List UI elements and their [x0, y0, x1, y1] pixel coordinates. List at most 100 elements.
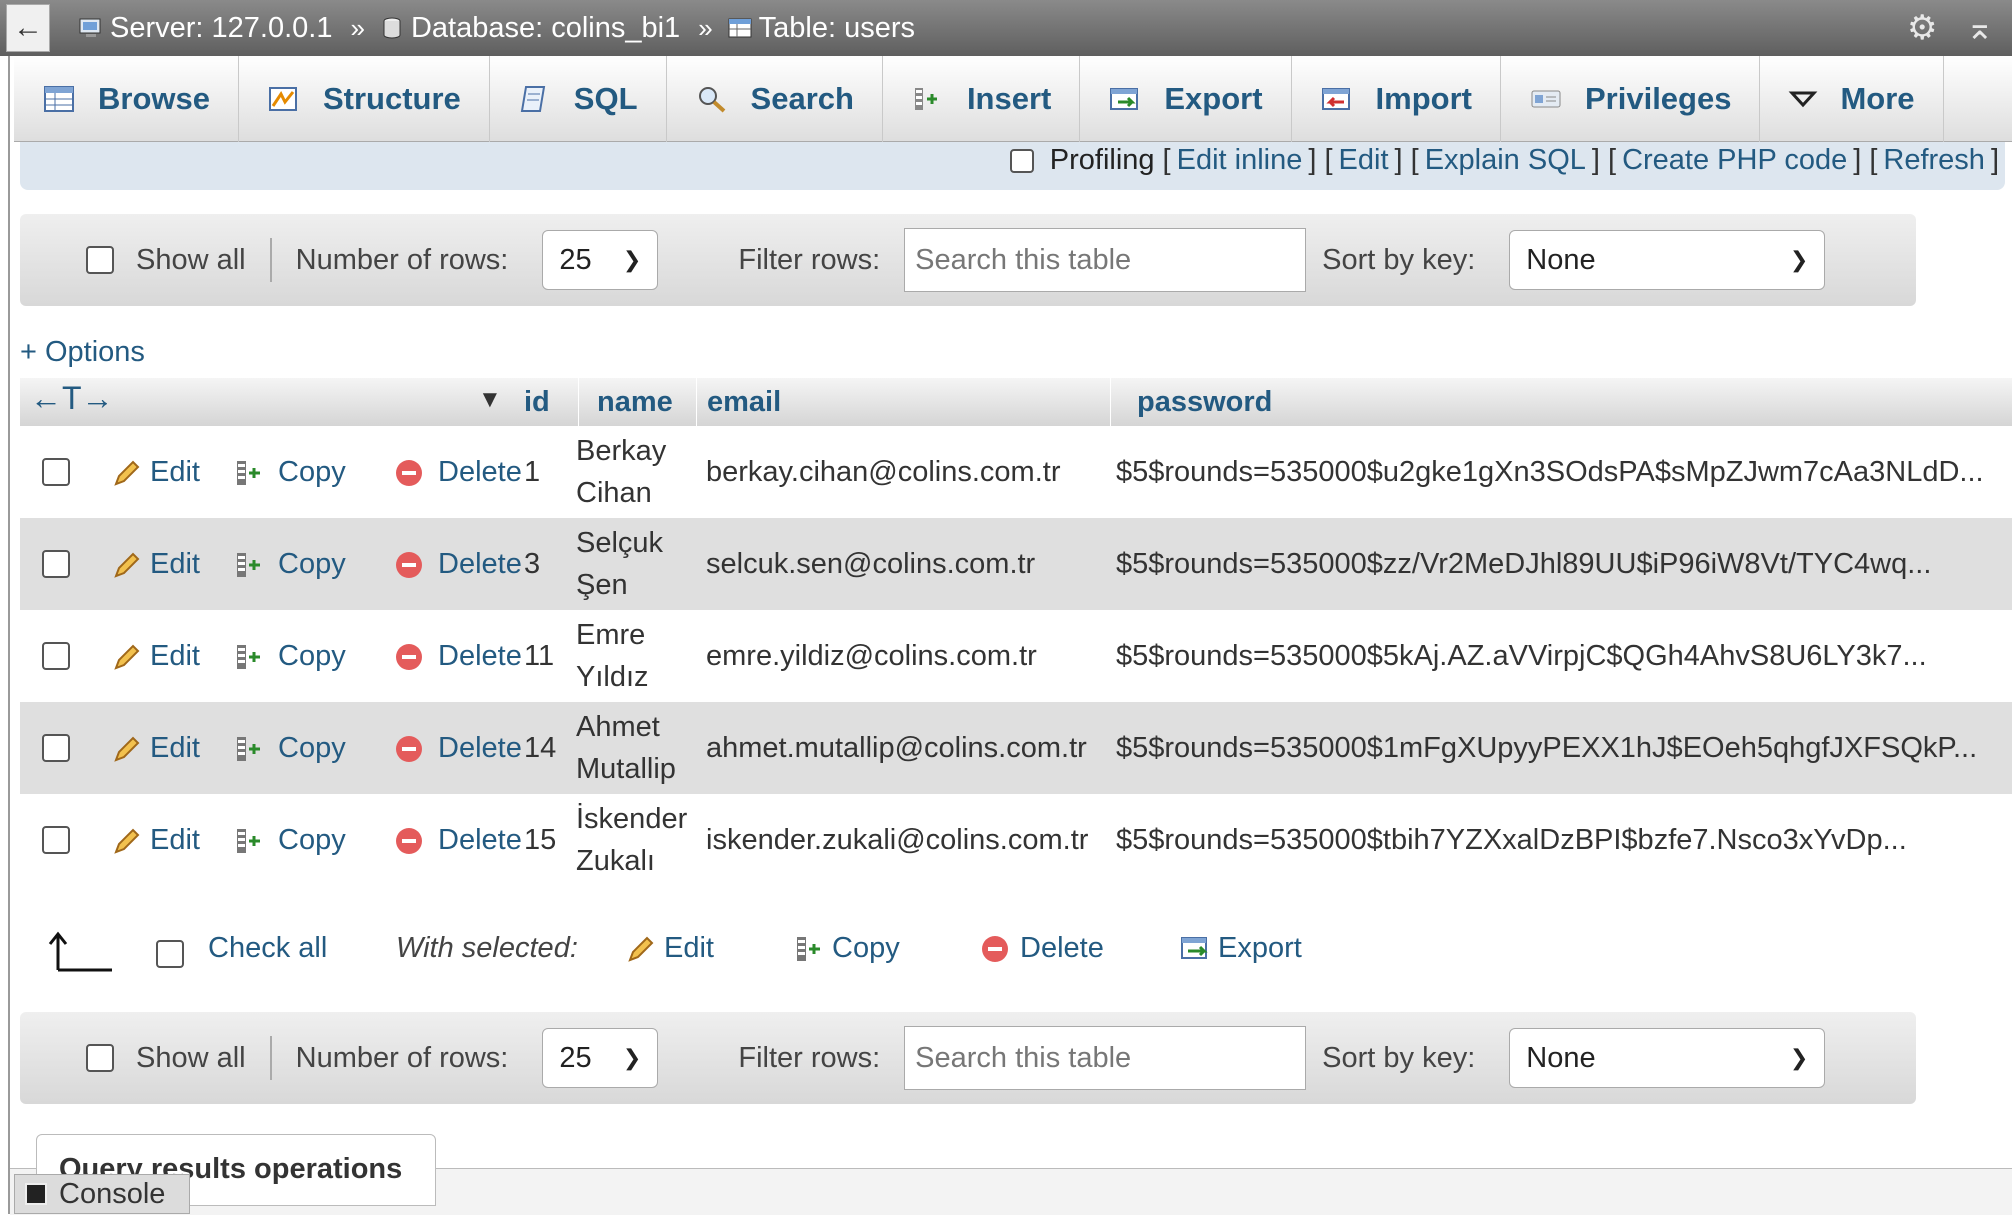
cell-password: $5$rounds=535000$5kAj.AZ.aVVirpjC$QGh4Ah… — [1116, 640, 1927, 672]
sort-caret-down-icon[interactable]: ▼ — [478, 386, 502, 414]
cell-name-last: Mutallip — [576, 753, 676, 785]
edit-inline-link[interactable]: Edit inline — [1177, 144, 1303, 177]
breadcrumb-server[interactable]: Server: 127.0.0.1 — [78, 12, 332, 45]
check-all-label[interactable]: Check all — [208, 932, 327, 965]
breadcrumb-table[interactable]: Table: users — [727, 12, 915, 45]
copy-insert-icon — [797, 936, 820, 961]
row-edit-label: Edit — [150, 456, 200, 488]
row-checkbox[interactable] — [42, 826, 70, 854]
create-php-code-link[interactable]: Create PHP code — [1622, 144, 1847, 177]
cell-email: berkay.cihan@colins.com.tr — [706, 456, 1061, 488]
row-checkbox[interactable] — [42, 550, 70, 578]
column-header-id[interactable]: id — [524, 386, 550, 419]
settings-gear-icon[interactable]: ⚙ — [1907, 8, 1937, 48]
profiling-bar: Profiling [ Edit inline ] [ Edit ] [ Exp… — [20, 142, 2005, 190]
tab-export[interactable]: Export — [1080, 56, 1292, 142]
show-all-checkbox[interactable] — [86, 1044, 114, 1072]
tab-structure[interactable]: Structure — [239, 56, 490, 142]
row-edit-link[interactable]: Edit — [112, 456, 200, 489]
table-row: Edit Copy Delete 1 Berkay Cihan berkay.c… — [20, 426, 2012, 518]
row-edit-link[interactable]: Edit — [112, 548, 200, 581]
row-checkbox[interactable] — [42, 734, 70, 762]
show-all-checkbox[interactable] — [86, 246, 114, 274]
row-checkbox[interactable] — [42, 642, 70, 670]
import-icon — [1321, 88, 1350, 110]
row-checkbox[interactable] — [42, 458, 70, 486]
nav-divider — [269, 238, 272, 282]
row-delete-link[interactable]: Delete — [394, 456, 522, 489]
profiling-label: Profiling — [1049, 144, 1155, 176]
row-delete-link[interactable]: Delete — [394, 732, 522, 765]
tab-search[interactable]: Search — [667, 56, 883, 142]
bulk-edit-button[interactable]: Edit — [626, 932, 714, 965]
column-resize-arrows-icon[interactable]: ←T→ — [30, 380, 114, 417]
nav-divider — [269, 1036, 272, 1080]
column-header-email[interactable]: email — [696, 378, 781, 426]
row-copy-link[interactable]: Copy — [234, 824, 346, 857]
row-delete-link[interactable]: Delete — [394, 824, 522, 857]
cell-name-last: Cihan — [576, 477, 652, 509]
delete-icon — [396, 551, 422, 578]
server-icon — [79, 18, 101, 37]
row-copy-link[interactable]: Copy — [234, 732, 346, 765]
row-edit-link[interactable]: Edit — [112, 824, 200, 857]
tab-export-label: Export — [1164, 81, 1263, 116]
row-edit-link[interactable]: Edit — [112, 640, 200, 673]
cell-name-last: Yıldız — [576, 661, 649, 693]
breadcrumb-database[interactable]: Database: colins_bi1 — [379, 12, 680, 45]
row-copy-link[interactable]: Copy — [234, 456, 346, 489]
tab-import[interactable]: Import — [1292, 56, 1501, 142]
cell-email: emre.yildiz@colins.com.tr — [706, 640, 1037, 672]
sort-by-key-select[interactable]: None ❯ — [1509, 1028, 1826, 1088]
cell-name-first: Berkay — [576, 435, 667, 467]
collapse-navigation-button[interactable]: ← — [6, 4, 50, 52]
row-copy-link[interactable]: Copy — [234, 548, 346, 581]
rows-select[interactable]: 25 ❯ — [542, 230, 659, 290]
profiling-checkbox[interactable] — [1009, 148, 1034, 173]
row-delete-link[interactable]: Delete — [394, 640, 522, 673]
table-row: Edit Copy Delete 3 Selçuk Şen selcuk.sen… — [20, 518, 2012, 610]
bulk-export-button[interactable]: Export — [1180, 932, 1302, 965]
tab-browse[interactable]: Browse — [14, 56, 239, 142]
navigation-bar-bottom: Show all Number of rows: 25 ❯ Filter row… — [20, 1012, 1916, 1104]
row-edit-label: Edit — [150, 824, 200, 856]
options-link[interactable]: + Options — [20, 336, 145, 369]
refresh-link[interactable]: Refresh — [1883, 144, 1985, 177]
tab-more-label: More — [1840, 81, 1915, 116]
tab-privileges[interactable]: Privileges — [1501, 56, 1761, 142]
delete-icon — [982, 935, 1008, 962]
row-edit-label: Edit — [150, 640, 200, 672]
breadcrumb-separator: » — [698, 12, 713, 43]
cell-email: iskender.zukali@colins.com.tr — [706, 824, 1089, 856]
filter-rows-placeholder: Search this table — [915, 1041, 1132, 1074]
row-delete-label: Delete — [438, 640, 522, 672]
bulk-delete-label: Delete — [1020, 932, 1104, 964]
explain-sql-link[interactable]: Explain SQL — [1425, 144, 1586, 177]
row-copy-link[interactable]: Copy — [234, 640, 346, 673]
filter-rows-input[interactable]: Search this table — [904, 1026, 1307, 1090]
bulk-delete-button[interactable]: Delete — [980, 932, 1104, 965]
edit-query-link[interactable]: Edit — [1339, 144, 1389, 177]
tab-insert[interactable]: Insert — [883, 56, 1081, 142]
row-edit-link[interactable]: Edit — [112, 732, 200, 765]
tab-more[interactable]: More — [1760, 56, 1944, 142]
console-toggle[interactable]: Console — [14, 1174, 190, 1214]
collapse-top-icon[interactable]: ⌅ — [1966, 8, 1995, 48]
check-all-checkbox[interactable] — [156, 940, 184, 968]
bulk-copy-button[interactable]: Copy — [794, 932, 900, 965]
cell-id: 3 — [524, 548, 541, 580]
rows-select[interactable]: 25 ❯ — [542, 1028, 659, 1088]
column-header-name[interactable]: name — [578, 378, 673, 426]
show-all-label: Show all — [136, 1041, 246, 1074]
show-all-label: Show all — [136, 243, 246, 276]
tab-structure-label: Structure — [322, 81, 461, 116]
column-header-password[interactable]: password — [1110, 378, 1272, 426]
cell-name-first: Emre — [576, 619, 646, 651]
tab-sql[interactable]: SQL — [490, 56, 667, 142]
tab-insert-label: Insert — [966, 81, 1052, 116]
sort-by-key-select[interactable]: None ❯ — [1509, 230, 1826, 290]
row-delete-link[interactable]: Delete — [394, 548, 522, 581]
row-delete-label: Delete — [438, 824, 522, 856]
breadcrumb: ← Server: 127.0.0.1 » Database: colins_b… — [0, 0, 2012, 56]
filter-rows-input[interactable]: Search this table — [904, 228, 1307, 292]
